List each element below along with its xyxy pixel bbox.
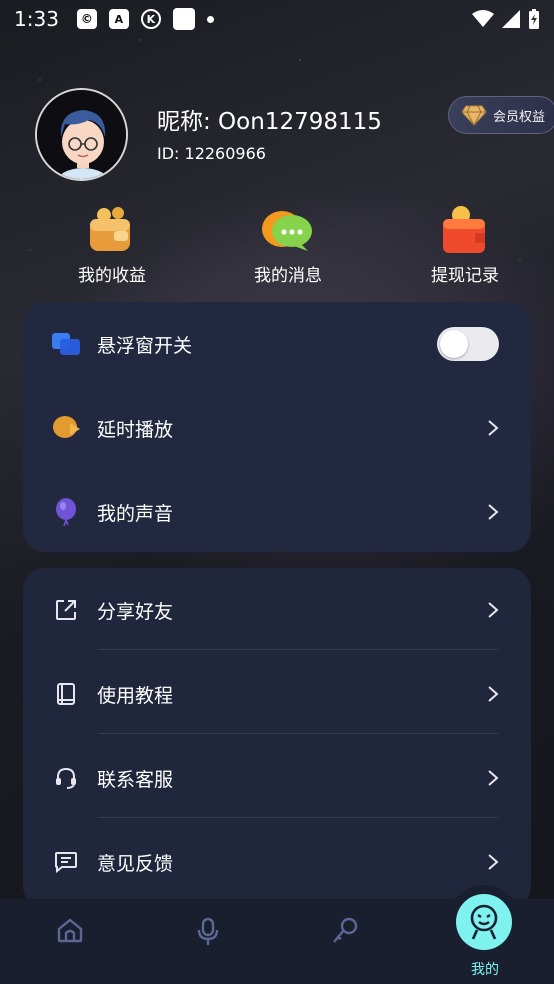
withdraw-wallet-icon [437,205,493,255]
nickname: 昵称: Oon12798115 [157,109,382,135]
share-friends-row[interactable]: 分享好友 [23,568,531,652]
chevron-right-icon [488,504,499,520]
status-time: 1:33 [14,7,59,31]
my-voice-row[interactable]: 我的声音 [23,470,531,554]
nav-mine-label: 我的 [471,962,499,978]
quick-label-messages: 我的消息 [254,266,322,286]
feedback-row[interactable]: 意见反馈 [23,820,531,904]
message-bubble-icon [260,205,316,255]
chevron-right-icon [488,420,499,436]
quick-item-earnings[interactable]: 我的收益 [42,205,182,286]
tutorial-row[interactable]: 使用教程 [23,652,531,736]
vip-label: 会员权益 [493,109,546,125]
headset-icon [51,763,81,793]
contact-support-row[interactable]: 联系客服 [23,736,531,820]
avatar[interactable] [35,88,128,181]
divider [98,649,498,650]
quick-item-messages[interactable]: 我的消息 [218,205,358,286]
quick-label-earnings: 我的收益 [78,266,146,286]
delay-play-label: 延时播放 [97,418,174,441]
divider [98,733,498,734]
app-notification-icon: © [76,9,97,29]
floating-window-label: 悬浮窗开关 [97,334,193,357]
diamond-icon [461,105,487,126]
chevron-right-icon [488,602,499,618]
toggle-knob [440,330,468,358]
user-id: ID: 12260966 [157,144,266,163]
nav-mine[interactable] [447,885,521,959]
profile-face-icon [456,894,512,950]
book-icon [51,679,81,709]
nav-voice[interactable] [178,917,238,951]
microphone-icon [197,917,219,945]
k-notification-icon: K [140,9,161,29]
signal-icon [502,10,520,28]
settings-card: 悬浮窗开关 延时播放 我的声音 [23,302,531,552]
wifi-icon [472,10,494,27]
a-notification-icon: A [108,9,129,29]
wallet-coins-icon [84,205,140,255]
share-icon [51,595,81,625]
chevron-right-icon [488,854,499,870]
feedback-label: 意见反馈 [97,852,174,875]
quick-actions: 我的收益 我的消息 提现记录 [0,205,554,286]
nav-karaoke[interactable] [315,917,375,949]
floating-window-row: 悬浮窗开关 [23,302,531,386]
profile-header: 昵称: Oon12798115 ID: 12260966 会员权益 [35,88,554,183]
floating-window-toggle[interactable] [437,327,499,361]
my-voice-label: 我的声音 [97,502,174,525]
karaoke-mic-icon [333,917,358,943]
home-icon [57,918,83,943]
contact-support-label: 联系客服 [97,768,174,791]
delay-play-row[interactable]: 延时播放 [23,386,531,470]
voice-balloon-icon [51,497,81,527]
more-dot-icon [206,15,214,23]
bottom-nav: 我的 [0,885,554,984]
system-icons [472,9,540,29]
chevron-right-icon [488,686,499,702]
notification-icons: © A K [76,8,214,30]
menu-card: 分享好友 使用教程 联系客服 意见反馈 [23,568,531,908]
divider [98,817,498,818]
feedback-icon [51,847,81,877]
blank-notification-icon [172,8,195,30]
avatar-illustration [37,90,126,179]
status-bar: 1:33 © A K [0,0,554,38]
chevron-right-icon [488,770,499,786]
delay-play-icon [51,413,81,443]
share-friends-label: 分享好友 [97,600,174,623]
vip-benefits-button[interactable]: 会员权益 [448,96,554,134]
nav-home[interactable] [40,917,100,947]
floating-window-icon [51,329,81,359]
tutorial-label: 使用教程 [97,684,174,707]
battery-icon [529,9,539,29]
quick-label-withdraw-history: 提现记录 [431,266,499,286]
quick-item-withdraw-history[interactable]: 提现记录 [395,205,535,286]
